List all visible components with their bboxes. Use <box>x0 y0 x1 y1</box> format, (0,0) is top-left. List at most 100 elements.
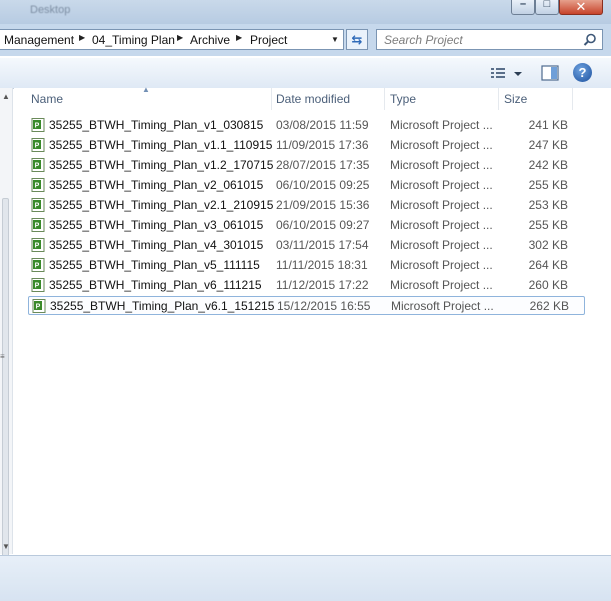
file-type: Microsoft Project ... <box>390 138 493 152</box>
breadcrumb-archive[interactable]: Archive <box>190 33 230 47</box>
ms-project-file-icon: P <box>31 258 45 272</box>
search-placeholder: Search Project <box>384 33 463 47</box>
file-row[interactable]: P 35255_BTWH_Timing_Plan_v1.1_110915 11/09… <box>28 136 585 155</box>
ms-project-file-icon: P <box>31 178 45 192</box>
file-list[interactable]: ▲ Name Date modified Type Size P 35255_BT… <box>14 85 611 554</box>
address-row: Management ▶ 04_Timing Plan ▶ Archive ▶ … <box>0 24 611 56</box>
file-size: 247 KB <box>528 138 568 152</box>
file-size: 253 KB <box>528 198 568 212</box>
file-name: 35255_BTWH_Timing_Plan_v6.1_151215 <box>50 299 275 313</box>
file-type: Microsoft Project ... <box>390 238 493 252</box>
file-name: 35255_BTWH_Timing_Plan_v1_030815 <box>49 118 264 132</box>
maximize-button[interactable]: □ <box>535 0 559 15</box>
close-icon: ✕ <box>575 0 587 14</box>
breadcrumb-management[interactable]: Management <box>4 33 74 47</box>
file-row[interactable]: P 35255_BTWH_Timing_Plan_v5_111115 11/11/2… <box>28 256 585 275</box>
svg-text:P: P <box>35 203 40 210</box>
file-row[interactable]: P 35255_BTWH_Timing_Plan_v2.1_210915 21/09… <box>28 196 585 215</box>
command-bar: ? <box>0 57 611 89</box>
column-size[interactable]: Size <box>501 88 573 110</box>
svg-text:P: P <box>35 143 40 150</box>
maximize-icon: □ <box>543 0 551 10</box>
svg-text:P: P <box>35 223 40 230</box>
file-type: Microsoft Project ... <box>390 198 493 212</box>
breadcrumb-separator-icon[interactable]: ▶ <box>177 33 183 42</box>
file-name: 35255_BTWH_Timing_Plan_v3_061015 <box>49 218 264 232</box>
file-size: 255 KB <box>528 178 568 192</box>
file-name: 35255_BTWH_Timing_Plan_v2_061015 <box>49 178 264 192</box>
file-size: 302 KB <box>528 238 568 252</box>
file-row[interactable]: P 35255_BTWH_Timing_Plan_v6_111215 11/12/2… <box>28 276 585 295</box>
file-date-modified: 11/12/2015 17:22 <box>276 278 369 292</box>
window-title: Desktop <box>30 4 71 16</box>
breadcrumb-project[interactable]: Project <box>250 33 287 47</box>
file-size: 241 KB <box>528 118 568 132</box>
refresh-icon: ⇆ <box>351 32 363 47</box>
close-button[interactable]: ✕ <box>559 0 603 15</box>
scrollbar-thumb[interactable] <box>2 198 9 578</box>
svg-text:P: P <box>35 243 40 250</box>
file-row[interactable]: P 35255_BTWH_Timing_Plan_v2_061015 06/10/2… <box>28 176 585 195</box>
breadcrumb-timing-plan[interactable]: 04_Timing Plan <box>92 33 175 47</box>
change-view-icon[interactable] <box>488 64 528 82</box>
file-row[interactable]: P 35255_BTWH_Timing_Plan_v4_301015 03/11/2… <box>28 236 585 255</box>
address-dropdown-icon[interactable]: ▼ <box>328 30 342 49</box>
details-pane <box>0 555 611 601</box>
breadcrumb-separator-icon[interactable]: ▶ <box>236 33 242 42</box>
file-size: 255 KB <box>528 218 568 232</box>
file-row[interactable]: P 35255_BTWH_Timing_Plan_v1.2_170715 28/07… <box>28 156 585 175</box>
ms-project-file-icon: P <box>31 218 45 232</box>
search-box[interactable]: Search Project <box>376 29 603 50</box>
file-date-modified: 11/09/2015 17:36 <box>276 138 369 152</box>
pane-resize-grip[interactable]: ≡ <box>0 352 5 361</box>
minimize-icon: – <box>519 0 527 10</box>
file-row[interactable]: P 35255_BTWH_Timing_Plan_v1_030815 03/08/2… <box>28 116 585 135</box>
file-date-modified: 11/11/2015 18:31 <box>276 258 368 272</box>
file-name: 35255_BTWH_Timing_Plan_v1.1_110915 <box>49 138 273 152</box>
ms-project-file-icon: P <box>31 118 45 132</box>
file-row[interactable]: P 35255_BTWH_Timing_Plan_v6.1_151215 15/12… <box>28 296 585 315</box>
file-date-modified: 21/09/2015 15:36 <box>276 198 370 212</box>
scroll-up-icon[interactable]: ▲ <box>2 92 10 101</box>
file-name: 35255_BTWH_Timing_Plan_v5_111115 <box>49 258 260 272</box>
refresh-button[interactable]: ⇆ <box>346 29 368 50</box>
file-row[interactable]: P 35255_BTWH_Timing_Plan_v3_061015 06/10/2… <box>28 216 585 235</box>
breadcrumb-separator-icon[interactable]: ▶ <box>79 33 85 42</box>
file-size: 264 KB <box>528 258 568 272</box>
scroll-down-icon[interactable]: ▼ <box>2 542 10 551</box>
preview-pane-icon[interactable] <box>540 64 560 82</box>
file-type: Microsoft Project ... <box>390 278 493 292</box>
file-size: 242 KB <box>528 158 568 172</box>
file-type: Microsoft Project ... <box>390 118 493 132</box>
svg-text:P: P <box>35 163 40 170</box>
file-type: Microsoft Project ... <box>390 158 493 172</box>
column-date-modified[interactable]: Date modified <box>273 88 385 110</box>
svg-text:P: P <box>35 123 40 130</box>
ms-project-file-icon: P <box>31 158 45 172</box>
ms-project-file-icon: P <box>32 299 46 313</box>
svg-text:P: P <box>35 263 40 270</box>
file-date-modified: 06/10/2015 09:27 <box>276 218 370 232</box>
file-date-modified: 06/10/2015 09:25 <box>276 178 370 192</box>
ms-project-file-icon: P <box>31 278 45 292</box>
title-bar: Desktop – □ ✕ <box>0 0 611 24</box>
search-icon[interactable] <box>583 33 597 47</box>
file-size: 262 KB <box>529 299 569 313</box>
ms-project-file-icon: P <box>31 198 45 212</box>
file-size: 260 KB <box>528 278 568 292</box>
navigation-pane[interactable]: ▲ ≡ ▼ <box>0 88 13 578</box>
file-date-modified: 03/11/2015 17:54 <box>276 238 369 252</box>
file-date-modified: 03/08/2015 11:59 <box>276 118 369 132</box>
svg-text:P: P <box>35 283 40 290</box>
column-type[interactable]: Type <box>387 88 499 110</box>
svg-text:P: P <box>36 304 41 311</box>
file-name: 35255_BTWH_Timing_Plan_v1.2_170715 <box>49 158 274 172</box>
file-type: Microsoft Project ... <box>390 218 493 232</box>
file-name: 35255_BTWH_Timing_Plan_v2.1_210915 <box>49 198 274 212</box>
help-icon[interactable]: ? <box>573 63 592 82</box>
minimize-button[interactable]: – <box>511 0 535 15</box>
column-header-row: ▲ Name Date modified Type Size <box>14 85 611 110</box>
column-name[interactable]: Name <box>28 88 272 110</box>
address-bar[interactable]: Management ▶ 04_Timing Plan ▶ Archive ▶ … <box>0 29 344 50</box>
file-type: Microsoft Project ... <box>391 299 494 313</box>
